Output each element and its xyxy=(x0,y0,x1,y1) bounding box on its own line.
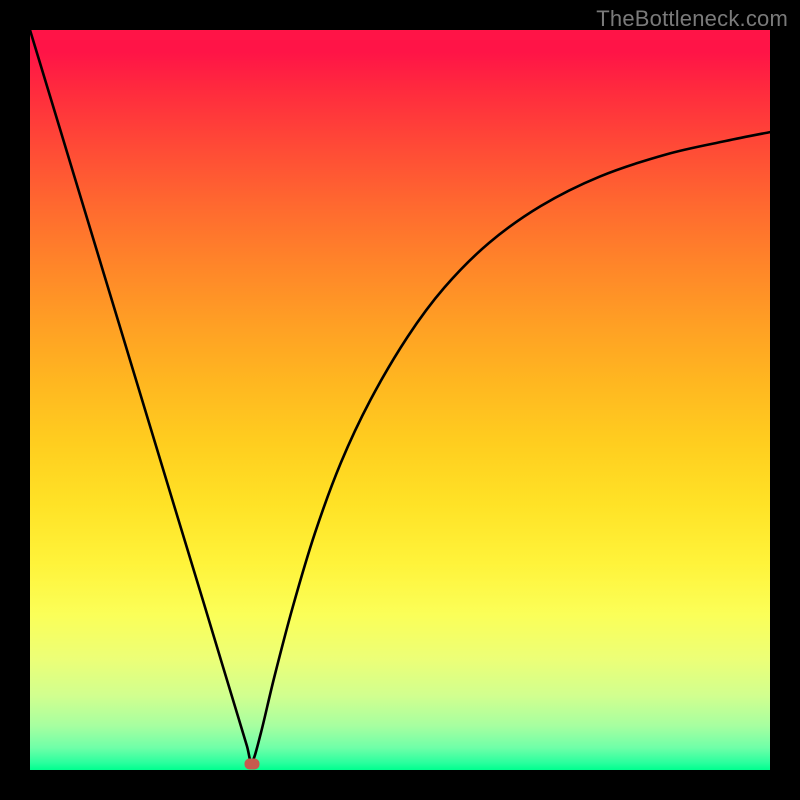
bottleneck-curve xyxy=(30,30,770,762)
minimum-marker xyxy=(245,758,260,769)
curve-svg xyxy=(30,30,770,770)
watermark-text: TheBottleneck.com xyxy=(596,6,788,32)
plot-area xyxy=(30,30,770,770)
chart-frame: TheBottleneck.com xyxy=(0,0,800,800)
